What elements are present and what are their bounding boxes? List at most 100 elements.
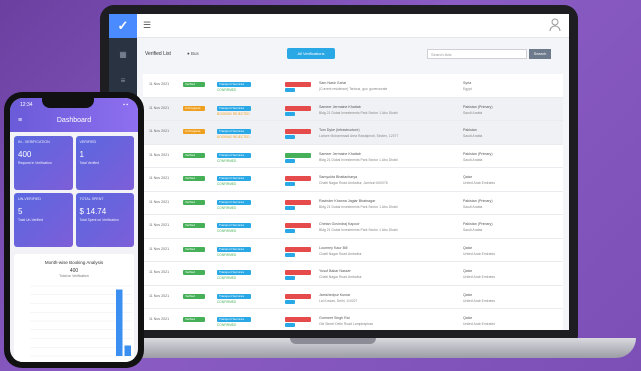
chart-subtitle: Total on Verification (59, 274, 89, 278)
dashboard-icon[interactable]: ▦ (109, 44, 137, 64)
applicant-address: Chatti Nagar Road Ambattur (319, 275, 362, 279)
applicant-address: Bldg 21 Dubai Investments Park Sector 1 … (319, 204, 398, 209)
status-badge: Verified (183, 82, 205, 87)
card-value: 1 (79, 150, 84, 159)
service-badge: Transport Services (217, 293, 251, 299)
stat-card[interactable]: IN - VERIFICATION 400 Request in Verific… (14, 136, 73, 190)
status-badge: Verified (183, 270, 205, 275)
table-row[interactable]: 11 Nov 2021 Verified Transport Services … (143, 309, 563, 330)
applicant-address: Bldg 21 Dubai Investments Park Sector 1 … (319, 228, 398, 232)
status-badge: Verified (183, 317, 205, 322)
row-date: 11 Nov 2021 (149, 129, 170, 133)
search-button[interactable]: Search (529, 49, 551, 59)
chart-bar (124, 345, 131, 356)
table-row[interactable]: 11 Nov 2021 Verified Transport Services … (143, 168, 563, 192)
country-secondary: United Arab Emirates (463, 181, 496, 185)
user-icon[interactable] (549, 18, 561, 32)
service-badge: Transport Services (217, 270, 251, 275)
service-badge: Transport Services (217, 82, 251, 87)
stat-cards: IN - VERIFICATION 400 Request in Verific… (10, 132, 138, 251)
country-primary: Qatar (463, 175, 472, 179)
table-row[interactable]: 11 Nov 2021 In Progress Transport Servic… (143, 121, 563, 145)
service-badge: Transport Services (217, 246, 251, 252)
applicant-address: Lahore Mohammadi Area Rawalpindi, Sinden… (319, 134, 399, 138)
country-secondary: Egypt (463, 87, 472, 91)
category-tag (285, 152, 311, 158)
phone-screen: 12:34 ▪ ▪ ≡ Dashboard IN - VERIFICATION … (10, 98, 138, 362)
applicant-name: Gurmeet Singh Rai (319, 316, 350, 320)
card-title: UN-VERIFIED (18, 197, 41, 201)
status-badge: Verified (183, 293, 205, 299)
applicant-name: Ravinder Khanna Jagtar Bhatnagar (319, 198, 376, 203)
country-primary: Pakistan (Primary) (463, 198, 493, 203)
info-tag (285, 205, 295, 210)
list-icon[interactable]: ≡ (109, 70, 137, 90)
row-date: 11 Nov 2021 (149, 270, 170, 274)
table-row[interactable]: 11 Nov 2021 Verified Transport Services … (143, 74, 563, 98)
phone-notch (42, 98, 94, 108)
hamburger-icon[interactable]: ☰ (143, 20, 151, 31)
stat-card[interactable]: VERIFIED 1 Total Verified (75, 136, 134, 190)
info-tag (285, 111, 295, 116)
stat-card[interactable]: UN-VERIFIED 5 Total Un-Verified (14, 193, 73, 247)
row-date: 11 Nov 2021 (149, 246, 170, 251)
table-row[interactable]: 11 Nov 2021 Verified Transport Services … (143, 215, 563, 239)
stat-card[interactable]: TOTAL SPENT $ 14.74 Total Spent on Verif… (75, 193, 134, 247)
search-input[interactable]: Search Ads (427, 49, 527, 59)
country-secondary: United Arab Emirates (463, 298, 496, 303)
category-tag (285, 317, 311, 322)
country-secondary: United Arab Emirates (463, 275, 496, 279)
country-secondary: Saudi Arabia (463, 134, 483, 138)
table-row[interactable]: 11 Nov 2021 Verified Transport Services … (143, 262, 563, 286)
phone-frame: 12:34 ▪ ▪ ≡ Dashboard IN - VERIFICATION … (4, 92, 144, 368)
category-tag (285, 82, 311, 87)
info-tag (285, 182, 295, 186)
row-date: 11 Nov 2021 (149, 152, 170, 157)
info-tag (285, 252, 295, 257)
category-tag (285, 199, 311, 205)
category-tag (285, 105, 311, 111)
table-row[interactable]: 11 Nov 2021 Verified Transport Services … (143, 191, 563, 215)
bar-chart (30, 285, 132, 357)
laptop-notch (290, 338, 376, 344)
applicant-name: Jamshedpur Kumar (319, 292, 351, 297)
applicant-name: Sam Nasir Gahzi (319, 81, 347, 85)
service-badge: Transport Services (217, 223, 251, 228)
applicant-name: Sameer Jermaine Khattab (319, 151, 361, 156)
chart-bar (116, 289, 123, 356)
verification-dropdown[interactable]: All Verifications (287, 48, 335, 59)
country-primary: Syria (463, 81, 472, 85)
table-row[interactable]: 11 Nov 2021 Verified Transport Services … (143, 238, 563, 262)
applicant-address: Chatti Nagar Road Ambattur, Jamhuri 6000… (319, 181, 388, 185)
country-primary: Pakistan (Primary) (463, 222, 493, 226)
country-primary: Pakistan (463, 128, 477, 132)
card-subtitle: Total Spent on Verification (79, 218, 119, 222)
status-badge: Verified (183, 246, 205, 252)
status-badge: Verified (183, 223, 205, 228)
bus-radio[interactable]: ● Bus (187, 51, 199, 56)
service-badge: Transport Services (217, 199, 251, 205)
info-tag (285, 88, 295, 92)
row-date: 11 Nov 2021 (149, 105, 170, 110)
card-subtitle: Request in Verification (18, 161, 52, 165)
applicant-name: Lourmey Kaur Bill (319, 245, 348, 250)
applicant-name: Yusuf Bakar Nasser (319, 269, 351, 273)
country-secondary: Saudi Arabia (463, 157, 483, 162)
verification-table: 11 Nov 2021 Verified Transport Services … (143, 74, 563, 330)
table-row[interactable]: 11 Nov 2021 Verified Transport Services … (143, 285, 563, 309)
country-secondary: Saudi Arabia (463, 228, 483, 232)
applicant-name: Chetan Govindraj Kapoor (319, 222, 360, 226)
applicant-address: Old Street Delhi Road Lamptraphaa (319, 322, 373, 326)
table-row[interactable]: 11 Nov 2021 Verified Transport Services … (143, 144, 563, 168)
card-title: TOTAL SPENT (79, 197, 104, 201)
row-date: 11 Nov 2021 (149, 223, 170, 227)
applicant-address: Chatti Nagar Road Ambattur (319, 251, 362, 256)
row-date: 11 Nov 2021 (149, 176, 170, 180)
category-tag (285, 223, 311, 228)
applicant-address: (Current residence) Tartous, gov. govern… (319, 87, 388, 91)
service-state: CONFIRMED (217, 205, 237, 210)
info-tag (285, 158, 295, 163)
row-date: 11 Nov 2021 (149, 317, 170, 321)
table-row[interactable]: 11 Nov 2021 In Progress Transport Servic… (143, 97, 563, 121)
country-primary: Qatar (463, 269, 472, 273)
